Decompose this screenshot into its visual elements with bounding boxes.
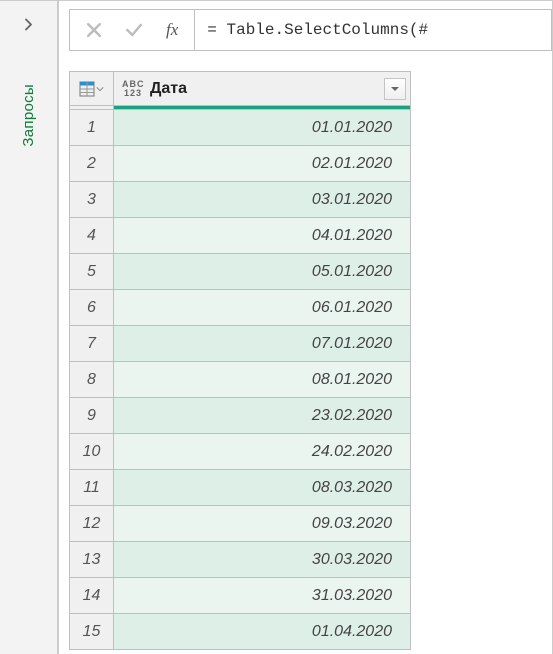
column-type-icon[interactable]: ABC 123: [122, 80, 144, 96]
table-row[interactable]: 7 07.01.2020: [70, 326, 411, 362]
table-row[interactable]: 11 08.03.2020: [70, 470, 411, 506]
row-number[interactable]: 11: [70, 470, 114, 506]
data-cell[interactable]: 30.03.2020: [114, 542, 411, 578]
data-cell[interactable]: 09.03.2020: [114, 506, 411, 542]
data-cell[interactable]: 24.02.2020: [114, 434, 411, 470]
data-cell[interactable]: 02.01.2020: [114, 146, 411, 182]
table-row[interactable]: 9 23.02.2020: [70, 398, 411, 434]
table-row[interactable]: 1 01.01.2020: [70, 110, 411, 146]
table-row[interactable]: 12 09.03.2020: [70, 506, 411, 542]
cancel-formula-button[interactable]: [80, 18, 108, 42]
chevron-right-icon: [21, 17, 36, 32]
confirm-formula-button[interactable]: [120, 18, 148, 42]
row-number[interactable]: 13: [70, 542, 114, 578]
check-icon: [124, 20, 144, 40]
table-icon: [79, 81, 95, 97]
row-number[interactable]: 9: [70, 398, 114, 434]
table-body: 1 01.01.2020 2 02.01.2020 3 03.01.2020 4…: [70, 110, 411, 650]
column-header-data[interactable]: ABC 123 Дата: [114, 72, 411, 106]
table-row[interactable]: 2 02.01.2020: [70, 146, 411, 182]
expand-sidebar-button[interactable]: [14, 9, 44, 39]
fx-label[interactable]: fx: [160, 20, 184, 40]
table-row[interactable]: 10 24.02.2020: [70, 434, 411, 470]
row-number[interactable]: 1: [70, 110, 114, 146]
row-number[interactable]: 6: [70, 290, 114, 326]
data-cell[interactable]: 23.02.2020: [114, 398, 411, 434]
table-row[interactable]: 3 03.01.2020: [70, 182, 411, 218]
table-row[interactable]: 4 04.01.2020: [70, 218, 411, 254]
data-cell[interactable]: 03.01.2020: [114, 182, 411, 218]
row-number[interactable]: 10: [70, 434, 114, 470]
chevron-down-icon: [390, 84, 400, 94]
row-number[interactable]: 8: [70, 362, 114, 398]
data-cell[interactable]: 08.03.2020: [114, 470, 411, 506]
app-container: Запросы fx = Table.SelectColumns(#: [0, 0, 553, 654]
filter-button[interactable]: [384, 78, 406, 100]
chevron-down-icon: [96, 85, 104, 93]
table-row[interactable]: 14 31.03.2020: [70, 578, 411, 614]
sidebar-label[interactable]: Запросы: [20, 84, 37, 147]
data-cell[interactable]: 08.01.2020: [114, 362, 411, 398]
table-row[interactable]: 15 01.04.2020: [70, 614, 411, 650]
table-row[interactable]: 5 05.01.2020: [70, 254, 411, 290]
row-number[interactable]: 15: [70, 614, 114, 650]
formula-input[interactable]: = Table.SelectColumns(#: [195, 9, 552, 51]
queries-sidebar: Запросы: [0, 1, 58, 654]
data-cell[interactable]: 01.04.2020: [114, 614, 411, 650]
data-table: ABC 123 Дата: [69, 71, 411, 650]
data-cell[interactable]: 31.03.2020: [114, 578, 411, 614]
row-number[interactable]: 2: [70, 146, 114, 182]
data-cell[interactable]: 01.01.2020: [114, 110, 411, 146]
table-row[interactable]: 8 08.01.2020: [70, 362, 411, 398]
row-number[interactable]: 5: [70, 254, 114, 290]
row-number[interactable]: 14: [70, 578, 114, 614]
x-icon: [84, 20, 104, 40]
data-cell[interactable]: 06.01.2020: [114, 290, 411, 326]
data-table-wrapper: ABC 123 Дата: [69, 71, 552, 654]
row-number[interactable]: 12: [70, 506, 114, 542]
row-number[interactable]: 4: [70, 218, 114, 254]
data-cell[interactable]: 04.01.2020: [114, 218, 411, 254]
table-row[interactable]: 6 06.01.2020: [70, 290, 411, 326]
data-cell[interactable]: 05.01.2020: [114, 254, 411, 290]
column-header-label: Дата: [150, 80, 187, 98]
table-corner-menu[interactable]: [70, 72, 114, 106]
formula-bar: fx = Table.SelectColumns(#: [69, 9, 552, 51]
data-cell[interactable]: 07.01.2020: [114, 326, 411, 362]
row-number[interactable]: 7: [70, 326, 114, 362]
formula-toolbar: fx: [69, 9, 195, 51]
main-area: fx = Table.SelectColumns(#: [58, 1, 553, 654]
table-row[interactable]: 13 30.03.2020: [70, 542, 411, 578]
row-number[interactable]: 3: [70, 182, 114, 218]
